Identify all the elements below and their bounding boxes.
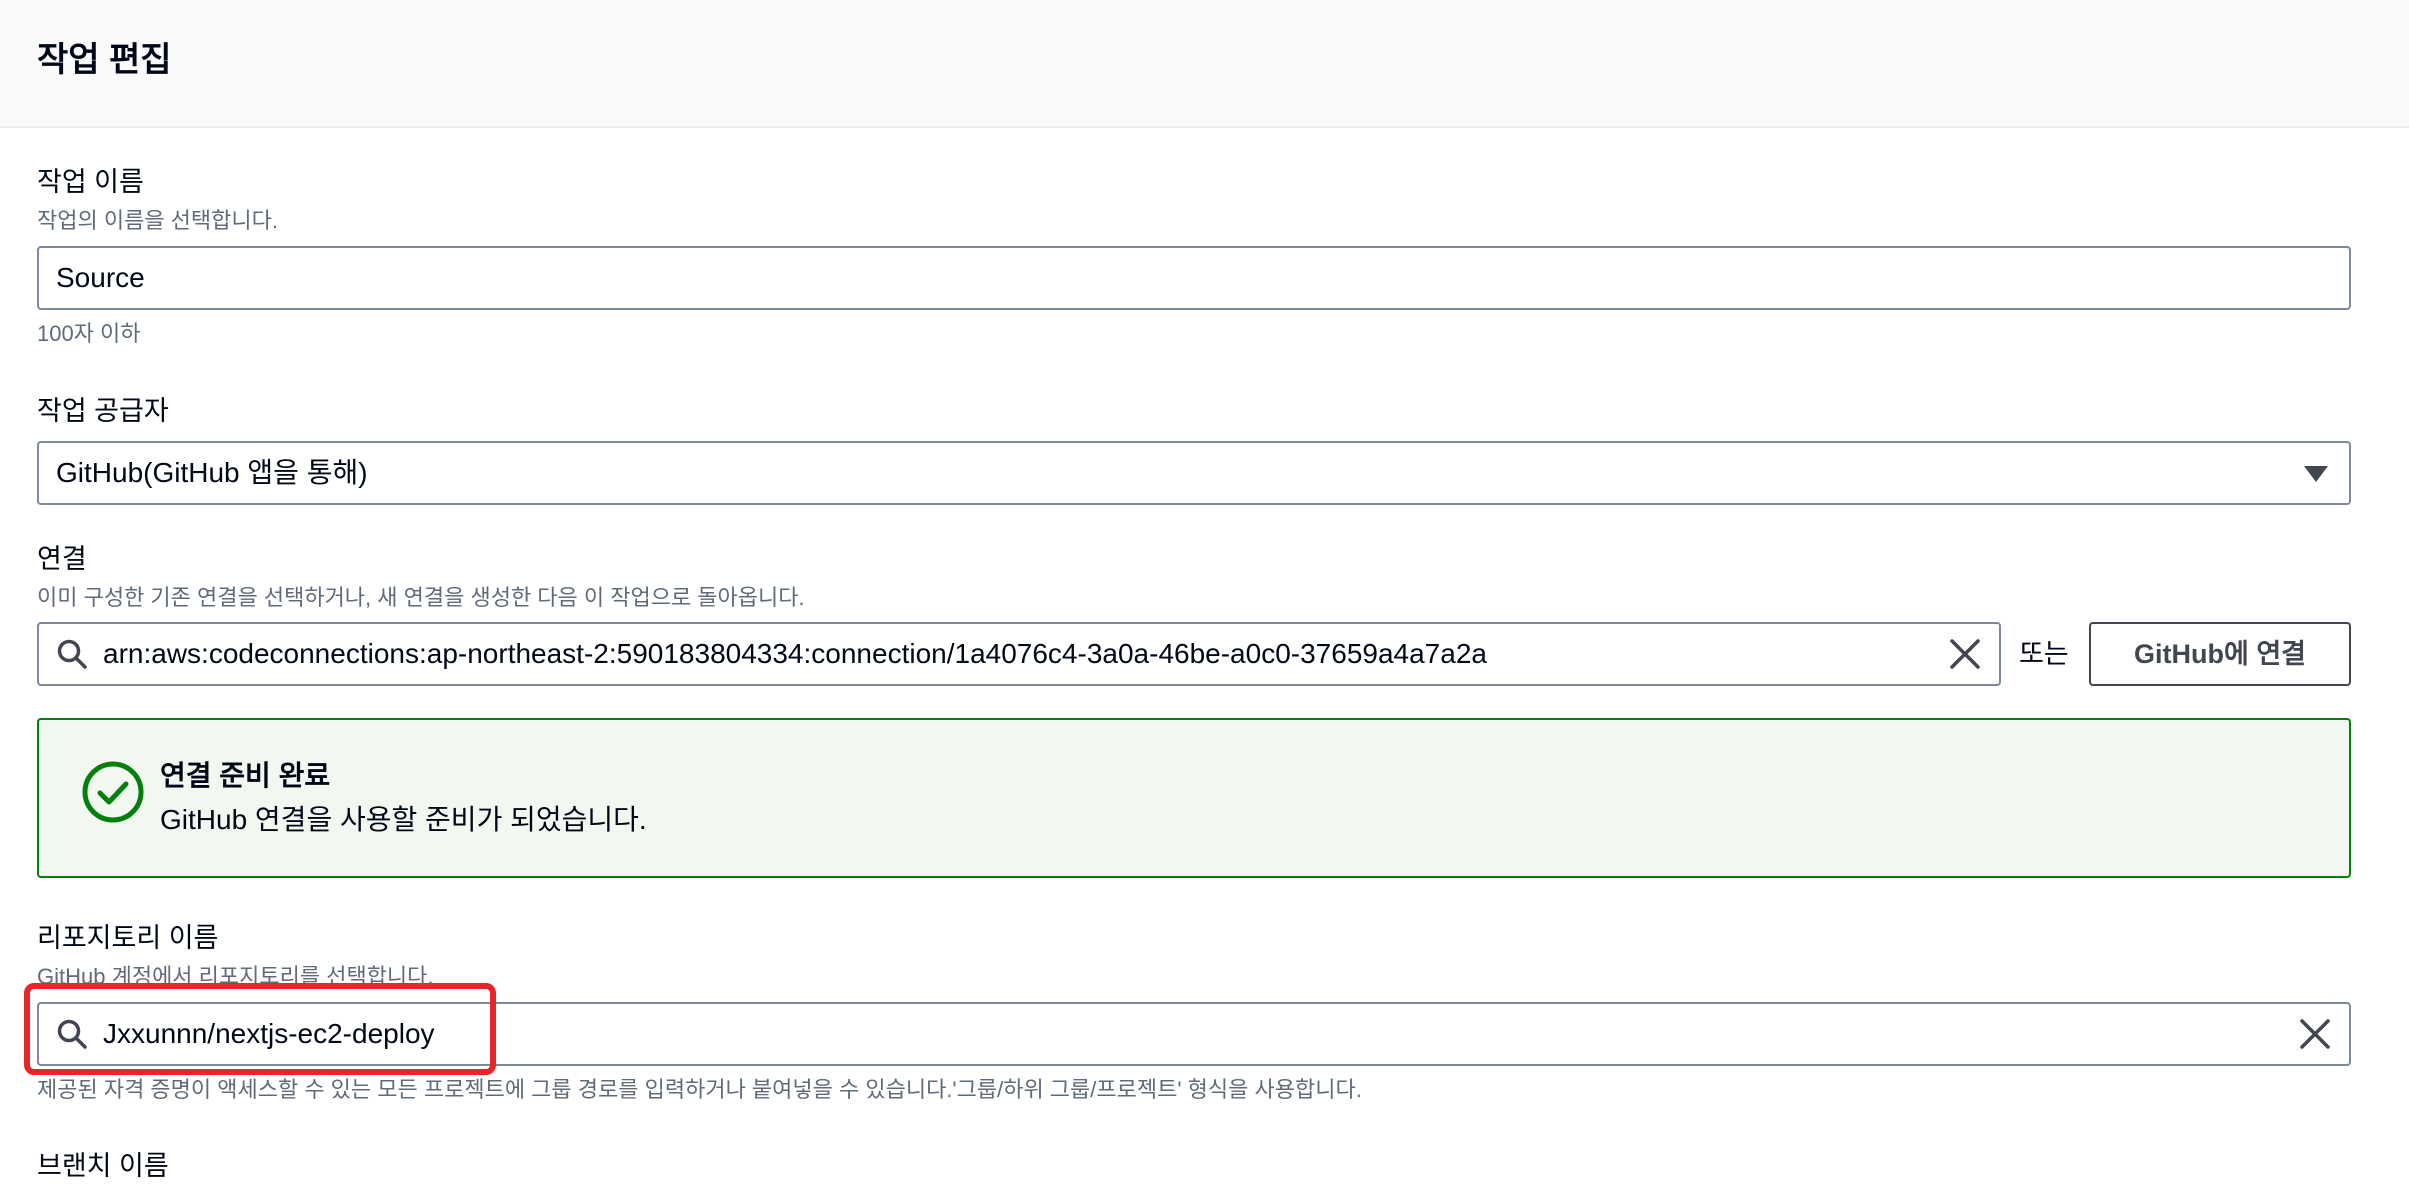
connection-description: 이미 구성한 기존 연결을 선택하거나, 새 연결을 생성한 다음 이 작업으로… (37, 585, 805, 610)
connection-search-input[interactable]: arn:aws:codeconnections:ap-northeast-2:5… (37, 622, 2001, 686)
action-provider-label: 작업 공급자 (37, 396, 169, 426)
alert-title: 연결 준비 완료 (160, 760, 331, 791)
page-title: 작업 편집 (37, 41, 172, 79)
clear-icon[interactable] (2298, 1017, 2332, 1051)
action-name-value: Source (56, 262, 145, 293)
caret-down-icon (2304, 466, 2328, 482)
or-text: 또는 (2019, 639, 2069, 669)
connection-label: 연결 (37, 544, 87, 574)
action-name-constraint: 100자 이하 (37, 321, 141, 346)
branch-label: 브랜치 이름 (37, 1151, 169, 1181)
repository-label: 리포지토리 이름 (37, 923, 219, 953)
connect-to-github-button[interactable]: GitHub에 연결 (2089, 622, 2351, 686)
connection-ready-alert: 연결 준비 완료 GitHub 연결을 사용할 준비가 되었습니다. (37, 718, 2351, 878)
clear-icon[interactable] (1948, 637, 1982, 671)
action-name-label: 작업 이름 (37, 167, 144, 197)
action-name-input[interactable]: Source (37, 246, 2351, 310)
action-provider-value: GitHub(GitHub 앱을 통해) (56, 457, 368, 488)
page-header: 작업 편집 (0, 0, 2409, 128)
action-name-description: 작업의 이름을 선택합니다. (37, 208, 278, 233)
alert-message: GitHub 연결을 사용할 준비가 되었습니다. (160, 804, 647, 835)
connection-value: arn:aws:codeconnections:ap-northeast-2:5… (103, 638, 1487, 669)
check-circle-icon (82, 761, 144, 823)
action-provider-select[interactable]: GitHub(GitHub 앱을 통해) (37, 441, 2351, 505)
search-icon (57, 639, 87, 669)
repository-hint: 제공된 자격 증명이 액세스할 수 있는 모든 프로젝트에 그룹 경로를 입력하… (37, 1077, 1362, 1102)
highlight-box (24, 983, 496, 1075)
